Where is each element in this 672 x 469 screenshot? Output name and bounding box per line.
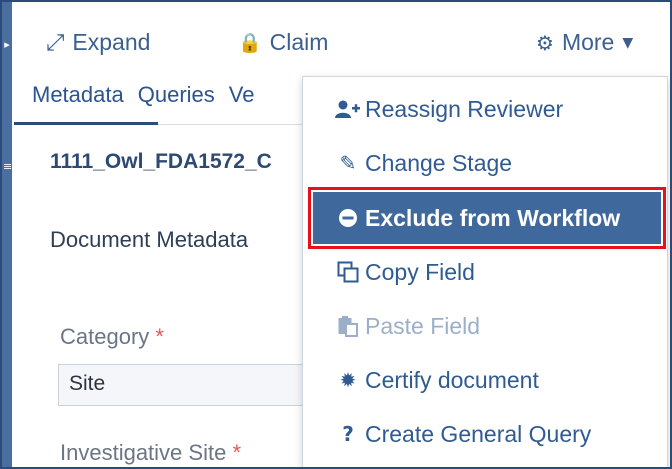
menu-item-label: Reassign Reviewer	[365, 95, 564, 122]
tab-versions[interactable]: Ve	[229, 82, 255, 108]
gear-icon: ⚙	[536, 30, 554, 55]
menu-item-create-general-query[interactable]: ? Create General Query	[303, 408, 669, 460]
caret-down-icon: ▼	[622, 34, 634, 51]
tab-bar: Metadata Queries Ve	[32, 82, 254, 108]
menu-item-change-stage[interactable]: ✎ Change Stage	[303, 137, 669, 189]
category-value: Site	[69, 372, 106, 395]
left-rail: ▸ ≡	[2, 2, 12, 467]
category-label-text: Category	[60, 324, 150, 349]
active-tab-indicator	[14, 122, 158, 125]
app-frame: ▸ ≡ ⤢ Expand 🔒 Claim ⚙ More ▼ Metadata Q…	[0, 0, 672, 469]
question-icon: ?	[342, 422, 354, 446]
menu-item-label: Create General Query	[365, 420, 592, 447]
menu-item-label: Certify document	[365, 366, 539, 393]
menu-item-exclude-from-workflow[interactable]: Exclude from Workflow	[308, 187, 666, 249]
lock-icon: 🔒	[238, 32, 262, 54]
rail-toggle-icon[interactable]: ▸	[3, 38, 11, 52]
investigative-site-label: Investigative Site *	[60, 440, 241, 466]
required-marker: *	[155, 324, 164, 349]
more-label: More	[561, 29, 615, 55]
certificate-icon: ✹	[339, 368, 357, 392]
user-plus-icon	[331, 99, 365, 119]
category-label: Category *	[60, 324, 164, 350]
expand-arrows-icon: ⤢	[46, 29, 65, 56]
menu-item-label: Paste Field	[365, 312, 481, 339]
category-select[interactable]: Site	[58, 364, 318, 406]
menu-item-label: Change Stage	[365, 149, 513, 176]
menu-item-certify-document[interactable]: ✹ Certify document	[303, 354, 669, 406]
menu-item-paste-field[interactable]: Paste Field	[303, 300, 669, 352]
paste-icon	[331, 315, 365, 337]
required-marker: *	[232, 440, 241, 465]
expand-button[interactable]: ⤢ Expand	[46, 29, 150, 56]
copy-icon	[331, 261, 365, 283]
more-dropdown-menu: Reassign Reviewer ✎ Change Stage Exclude…	[302, 76, 669, 467]
claim-button[interactable]: 🔒 Claim	[238, 29, 328, 56]
minus-circle-icon	[331, 208, 365, 228]
menu-item-label: Copy Field	[365, 258, 475, 285]
section-title: Document Metadata	[50, 227, 249, 252]
tab-queries[interactable]: Queries	[138, 82, 215, 108]
menu-item-copy-field[interactable]: Copy Field	[303, 246, 669, 298]
menu-item-label: Exclude from Workflow	[365, 204, 621, 231]
menu-item-reassign-reviewer[interactable]: Reassign Reviewer	[303, 83, 669, 135]
investigative-site-label-text: Investigative Site	[60, 440, 227, 465]
claim-label: Claim	[269, 29, 329, 55]
more-button[interactable]: ⚙ More ▼	[536, 29, 633, 56]
expand-label: Expand	[72, 29, 151, 55]
document-title: 1111_Owl_FDA1572_C	[50, 150, 272, 173]
tab-metadata[interactable]: Metadata	[32, 82, 124, 108]
rail-handle-icon[interactable]: ≡	[3, 160, 12, 174]
pencil-icon: ✎	[339, 151, 357, 175]
